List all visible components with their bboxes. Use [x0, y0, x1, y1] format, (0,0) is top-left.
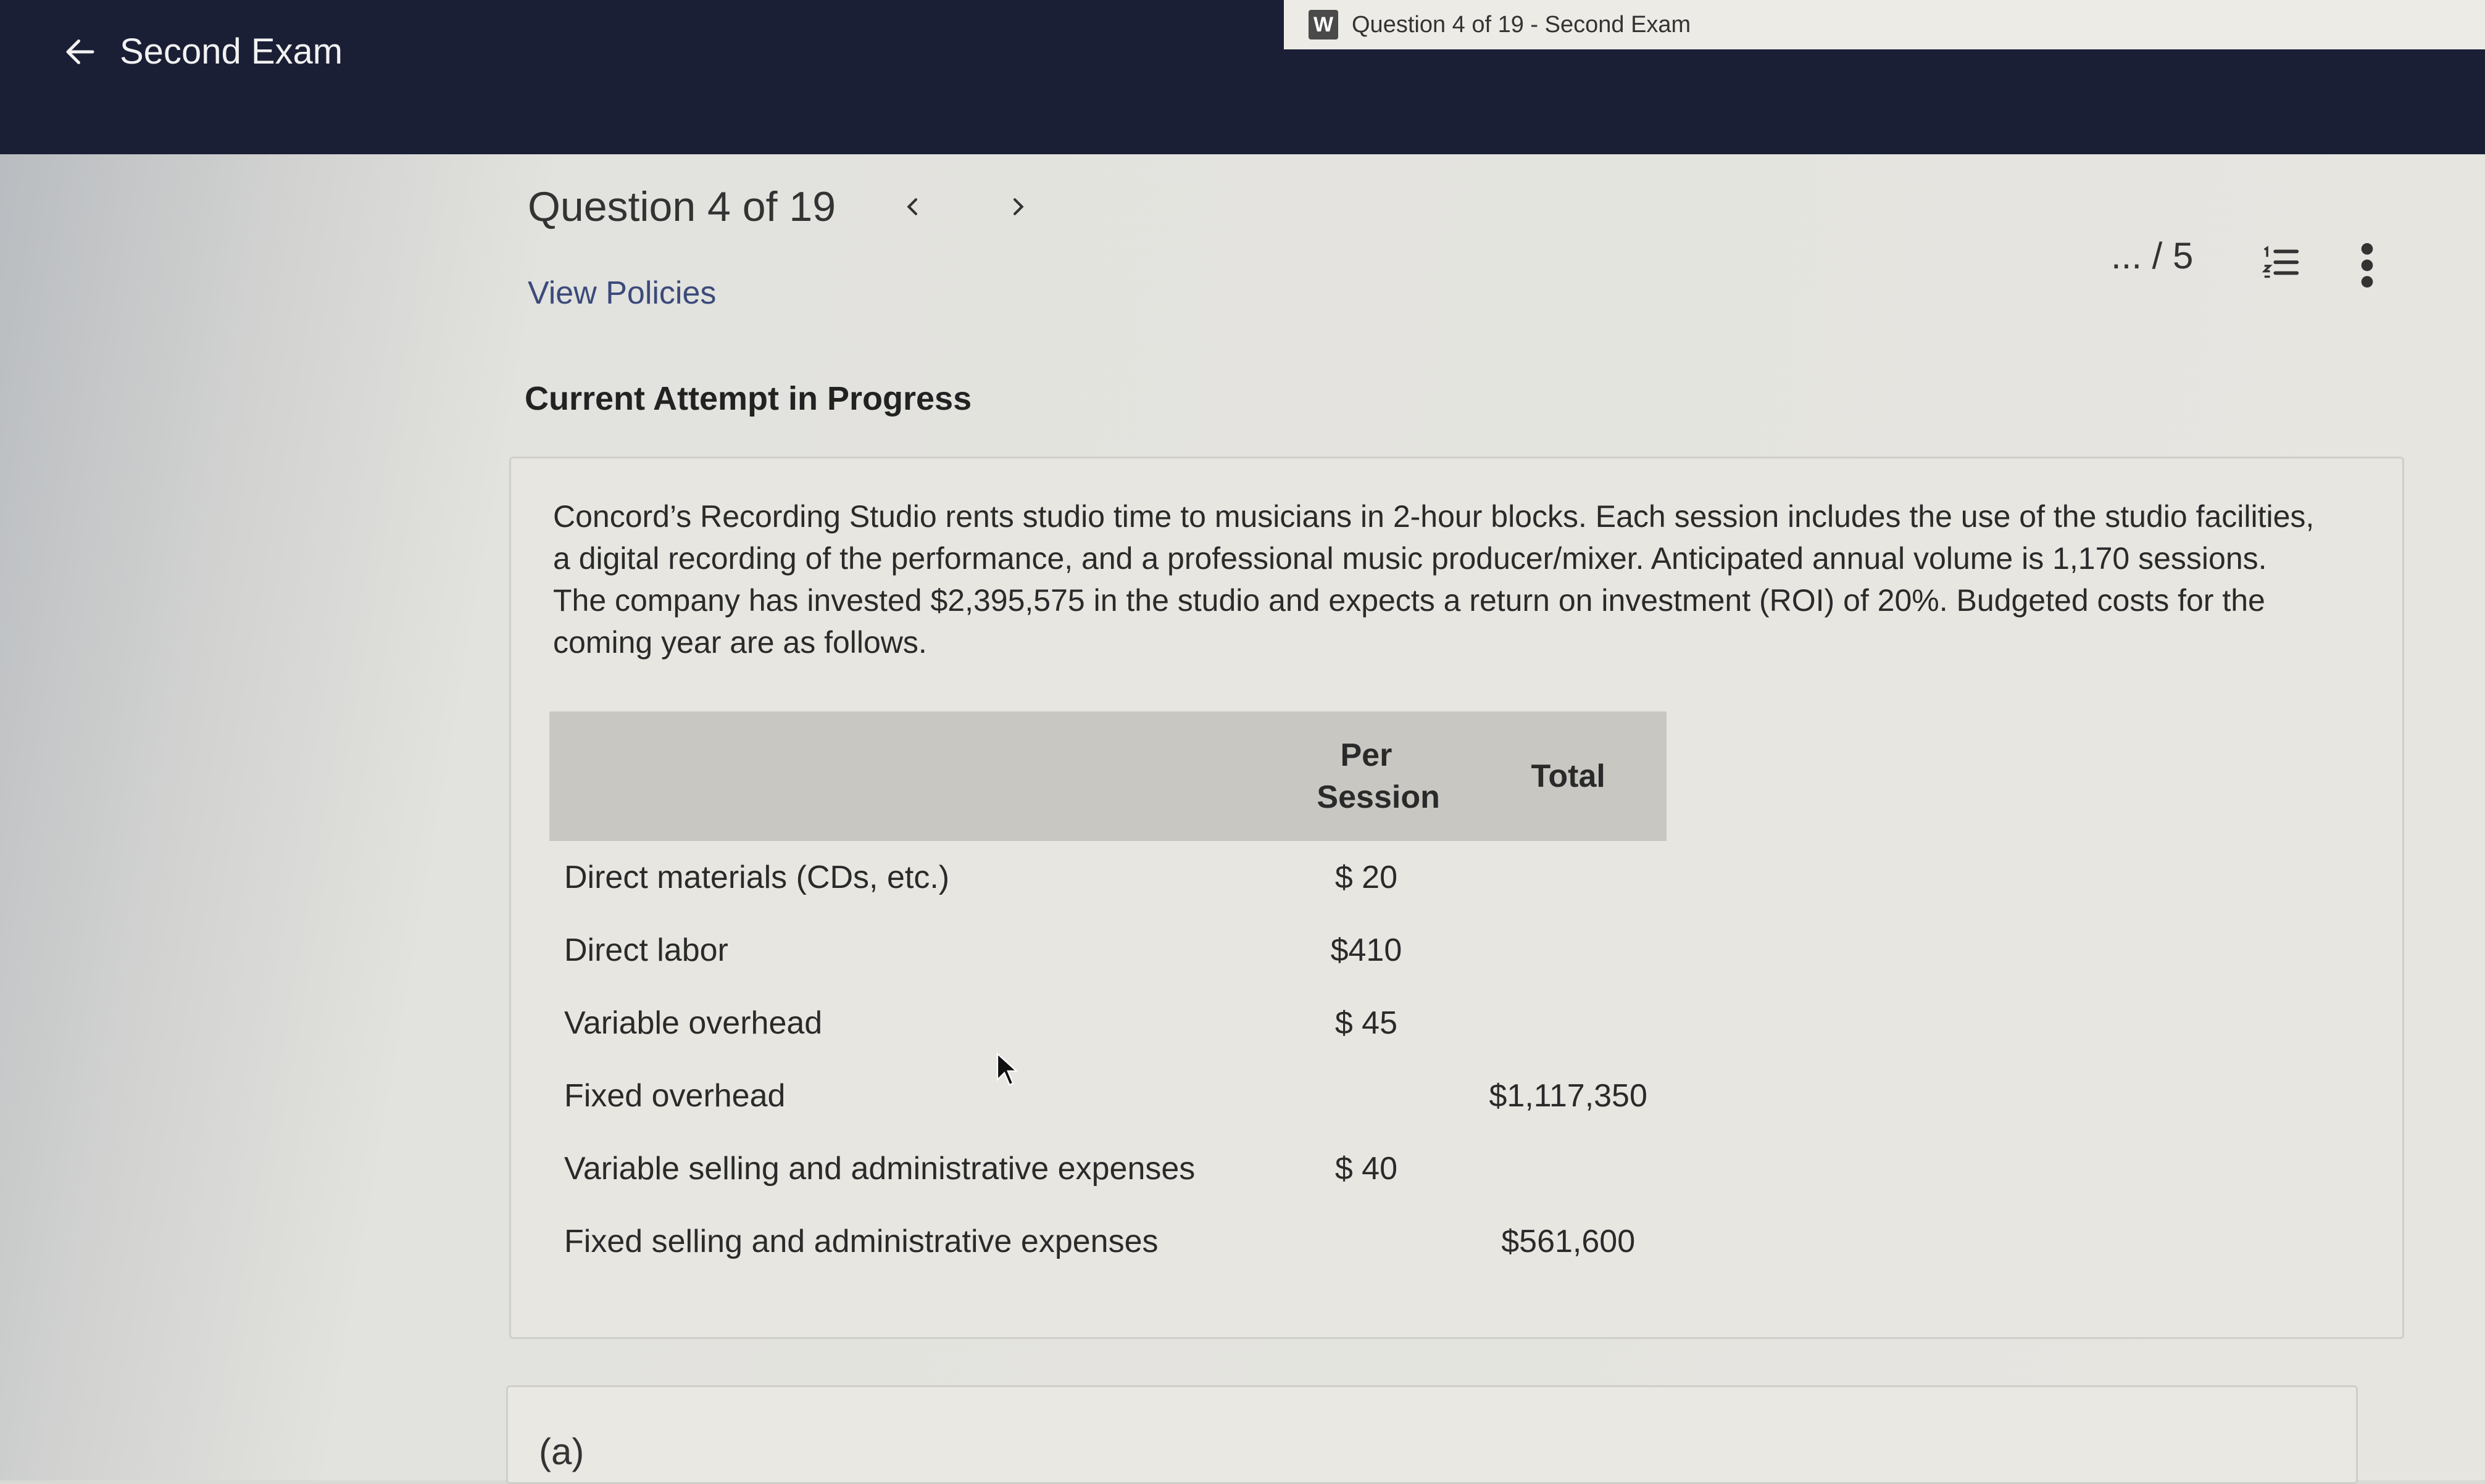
- row-label: Fixed overhead: [564, 1078, 786, 1114]
- chevron-left-icon: [907, 198, 918, 215]
- row-label: Fixed selling and administrative expense…: [564, 1224, 1159, 1259]
- row-total: $561,600: [1501, 1224, 1636, 1259]
- score-display: ... / 5: [2111, 235, 2194, 276]
- row-total: [1470, 841, 1667, 914]
- row-label: Direct materials (CDs, etc.): [564, 860, 950, 895]
- attempt-status: Current Attempt in Progress: [525, 380, 972, 417]
- browser-tab[interactable]: W Question 4 of 19 - Second Exam: [1284, 0, 2485, 49]
- row-per-session: $410: [1330, 932, 1402, 968]
- wiley-logo: W: [1309, 10, 1338, 39]
- cost-table: Per Session Total Direct materials (CDs,…: [549, 711, 1667, 1278]
- table-row: Direct materials (CDs, etc.) $ 20: [549, 841, 1667, 914]
- view-policies-link[interactable]: View Policies: [528, 275, 716, 312]
- next-question-button[interactable]: [990, 179, 1046, 234]
- table-row: Fixed overhead $1,117,350: [549, 1059, 1667, 1132]
- question-title: Question 4 of 19: [528, 183, 836, 230]
- header-per-session: Per Session: [1262, 711, 1470, 841]
- back-link[interactable]: Second Exam: [62, 31, 343, 72]
- row-total: $1,117,350: [1489, 1078, 1647, 1114]
- row-per-session: $ 40: [1334, 1151, 1398, 1187]
- row-per-session: [1262, 1205, 1470, 1278]
- numbered-list-icon[interactable]: [2259, 241, 2302, 284]
- table-row: Fixed selling and administrative expense…: [549, 1205, 1667, 1278]
- row-label: Variable selling and administrative expe…: [564, 1151, 1196, 1187]
- question-header: Question 4 of 19: [528, 179, 1046, 234]
- mouse-pointer-icon: [996, 1052, 1017, 1086]
- back-link-label: Second Exam: [120, 31, 343, 72]
- header-label: [549, 711, 1263, 841]
- part-label: (a): [539, 1431, 585, 1472]
- row-label: Variable overhead: [564, 1005, 823, 1041]
- row-total: [1470, 1132, 1667, 1205]
- row-per-session: $ 20: [1334, 860, 1398, 895]
- row-per-session: $ 45: [1334, 1005, 1398, 1041]
- tab-title: Question 4 of 19 - Second Exam: [1352, 11, 1691, 38]
- table-header-row: Per Session Total: [549, 711, 1667, 841]
- row-total: [1470, 987, 1667, 1059]
- header-per-session-text: Per Session: [1317, 737, 1440, 815]
- header-total: Total: [1470, 711, 1667, 841]
- row-per-session: [1262, 1059, 1470, 1132]
- chevron-right-icon: [1013, 198, 1024, 215]
- row-total: [1470, 914, 1667, 987]
- table-row: Direct labor $410: [549, 914, 1667, 987]
- table-row: Variable selling and administrative expe…: [549, 1132, 1667, 1205]
- row-label: Direct labor: [564, 932, 728, 968]
- problem-text: Concord’s Recording Studio rents studio …: [553, 499, 2315, 660]
- more-vertical-icon[interactable]: [2358, 241, 2376, 290]
- problem-card: Concord’s Recording Studio rents studio …: [509, 457, 2404, 1339]
- previous-question-button[interactable]: [885, 179, 941, 234]
- table-row: Variable overhead $ 45: [549, 987, 1667, 1059]
- part-a-card: (a): [506, 1385, 2358, 1484]
- top-bar: W Question 4 of 19 - Second Exam Second …: [0, 0, 2485, 154]
- arrow-left-icon: [66, 39, 94, 64]
